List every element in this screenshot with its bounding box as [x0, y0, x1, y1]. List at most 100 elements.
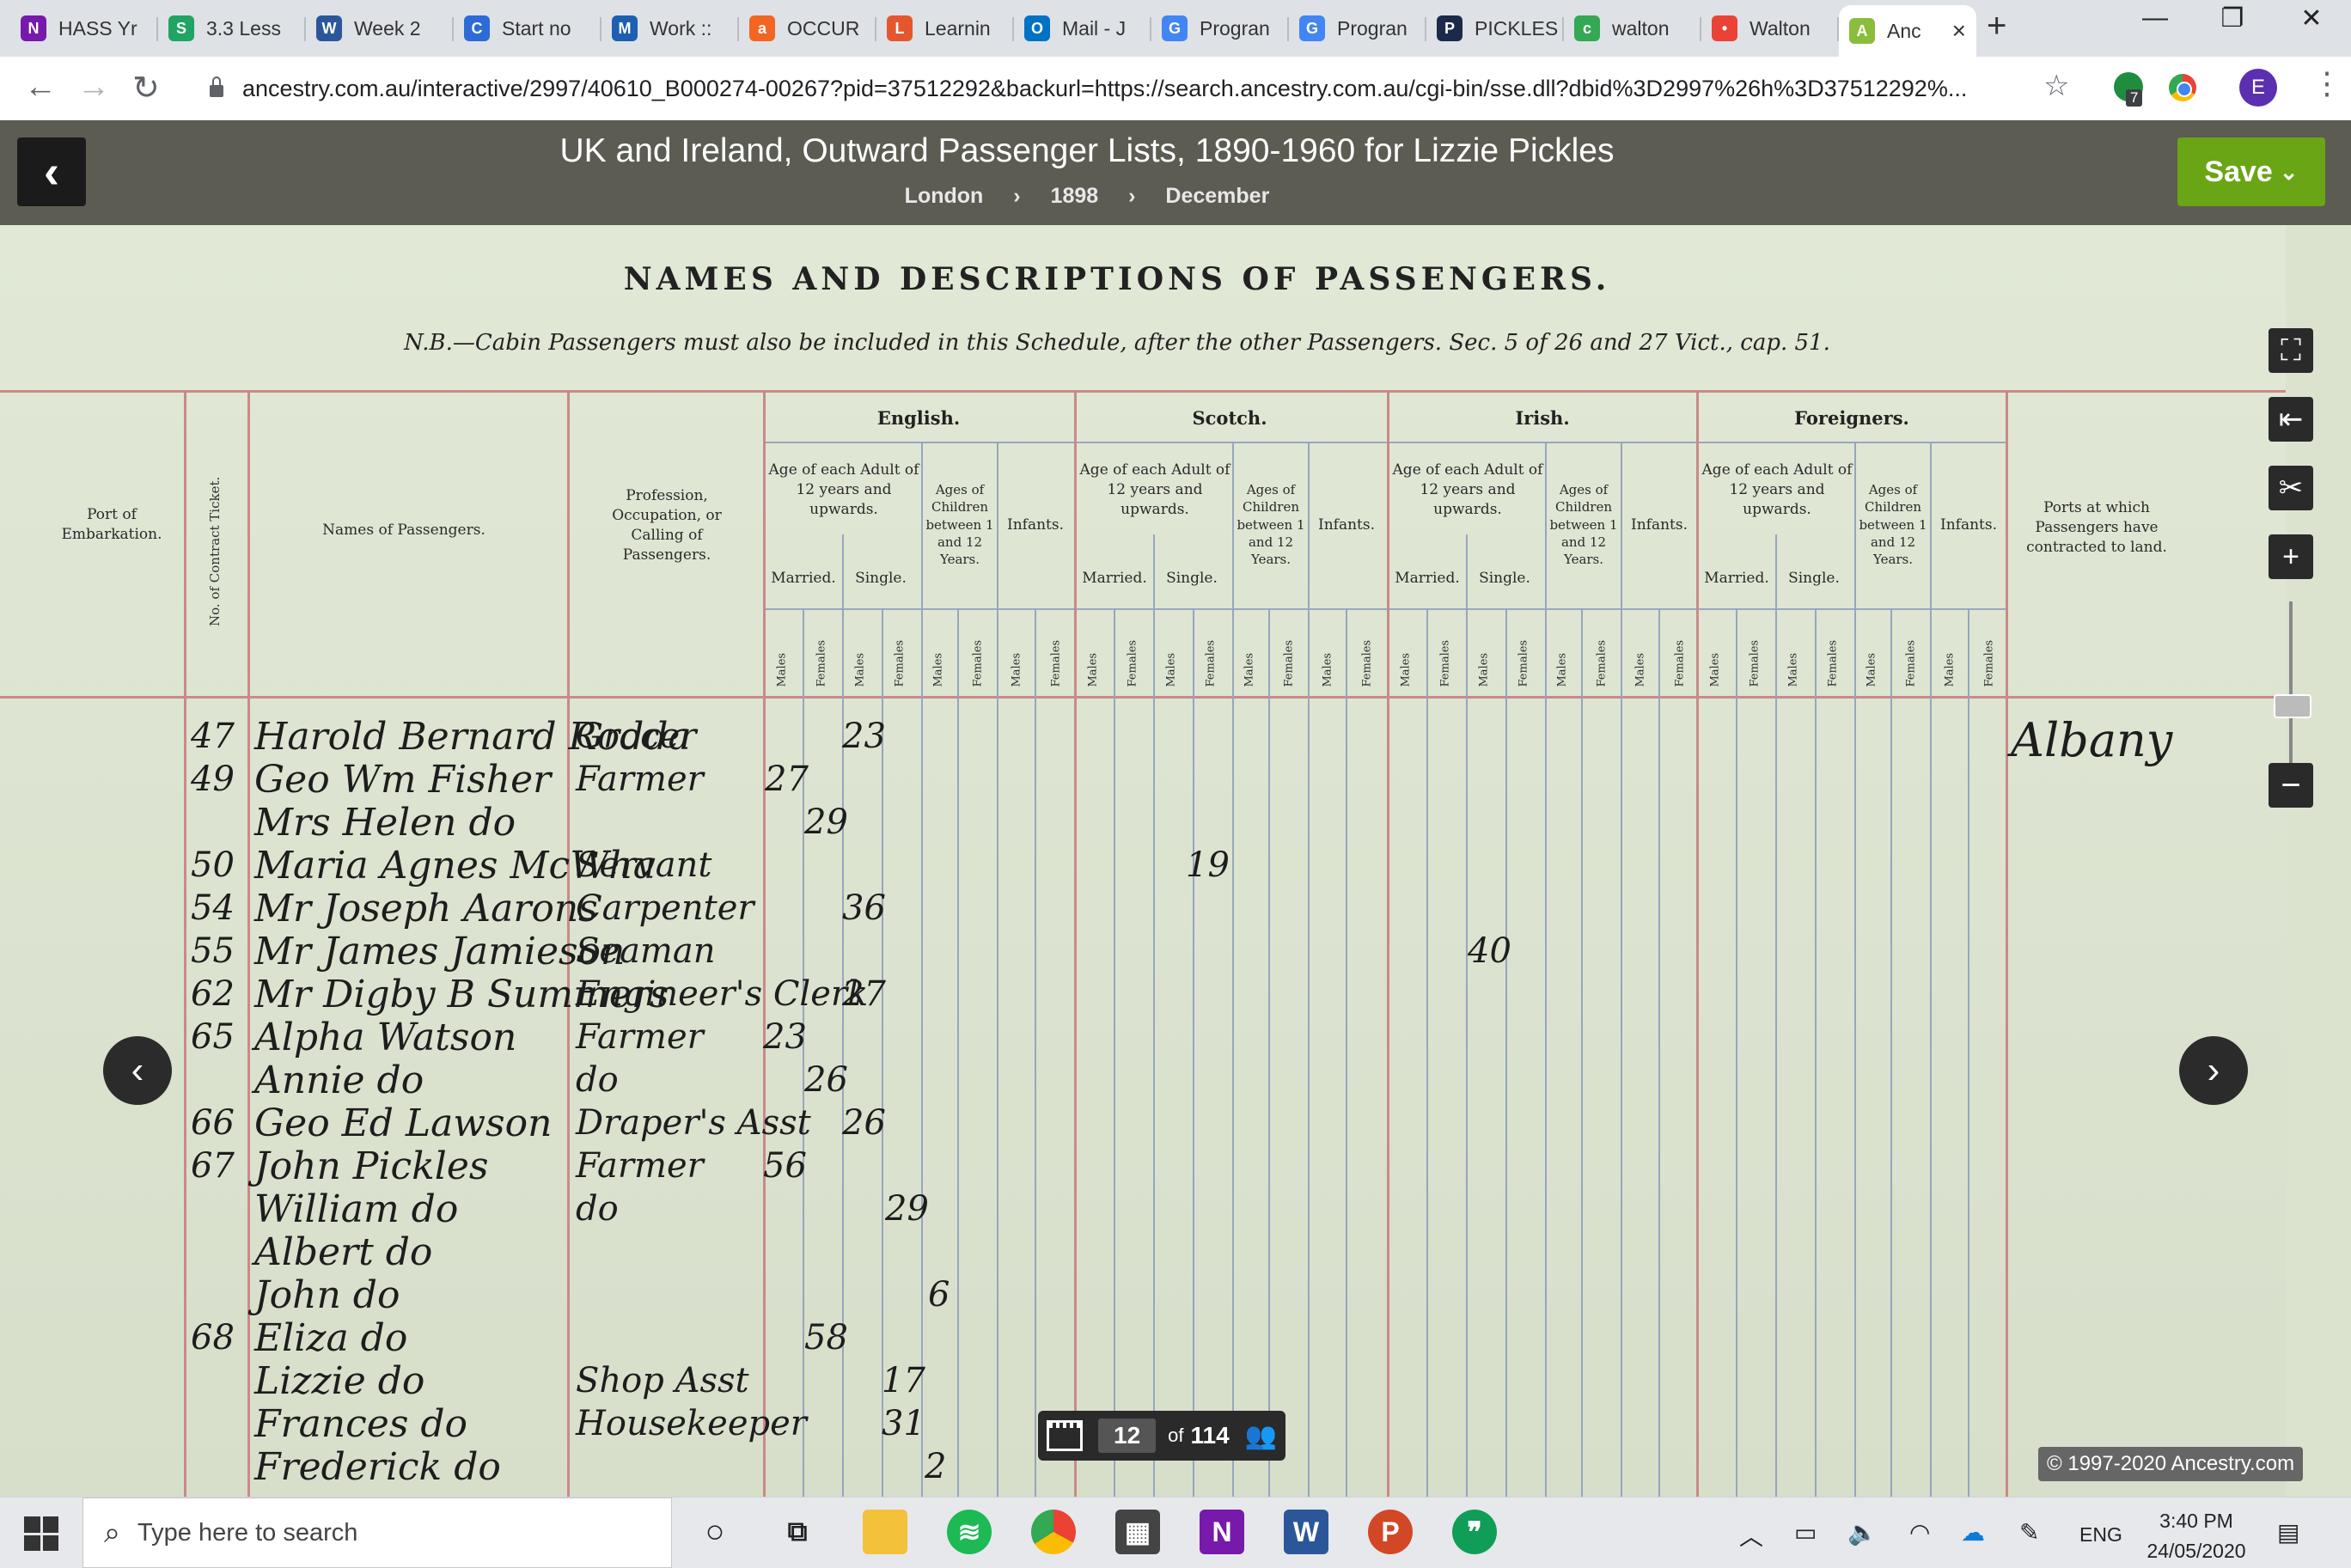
browser-tab[interactable]: a OCCUR [739, 7, 876, 50]
search-icon: ⌕ [104, 1516, 121, 1549]
file-explorer-icon[interactable] [863, 1510, 907, 1554]
row-passenger-name: Geo Wm Fisher [254, 758, 552, 802]
forward-arrow-icon[interactable]: → [77, 69, 110, 106]
page-total: 114 [1190, 1422, 1230, 1449]
onedrive-icon[interactable]: ☁ [1961, 1518, 1985, 1547]
females-header: Females [971, 639, 984, 687]
breadcrumb-item[interactable]: London [905, 184, 984, 208]
fullscreen-icon[interactable]: ⛶ [2269, 328, 2313, 373]
browser-tab[interactable]: A Anc × [1839, 5, 1976, 57]
save-button[interactable]: Save ⌄ [2177, 137, 2325, 206]
children-age-header: Ages of Children between 1 and 12 Years. [1549, 482, 1618, 567]
extension-chrome-icon[interactable] [2169, 74, 2196, 101]
extension-shield-icon[interactable]: 7 [2114, 72, 2143, 107]
adult-age-header: Age of each Adult of 12 years and upward… [768, 461, 919, 518]
sub-column-rule [1815, 608, 1817, 1497]
browser-tab[interactable]: • Walton [1701, 7, 1839, 50]
row-occupation: do [576, 1189, 619, 1229]
males-header: Males [1321, 652, 1334, 687]
males-header: Males [1399, 652, 1413, 687]
browser-tab[interactable]: W Week 2 [306, 7, 454, 50]
browser-tab[interactable]: M Work :: [601, 7, 739, 50]
volume-icon[interactable]: 🔈 [1847, 1518, 1878, 1547]
browser-tab[interactable]: C Start no [454, 7, 601, 50]
browser-tab[interactable]: G Progran [1289, 7, 1426, 50]
sub-column-rule [997, 608, 998, 1497]
reload-icon[interactable]: ↻ [132, 69, 160, 107]
browser-tab[interactable]: N HASS Yr [10, 7, 158, 50]
browser-tab[interactable]: P PICKLES [1426, 7, 1564, 50]
zoom-out-icon[interactable]: − [2269, 763, 2313, 808]
next-image-button[interactable]: › [2179, 1036, 2248, 1105]
row-passenger-name: William do [254, 1187, 459, 1231]
browser-menu-icon[interactable]: ⋮ [2311, 65, 2342, 101]
calculator-icon[interactable]: ▦ [1115, 1510, 1160, 1554]
browser-tab[interactable]: S 3.3 Less [158, 7, 306, 50]
close-tab-icon[interactable]: × [1952, 17, 1966, 45]
back-arrow-icon[interactable]: ← [24, 69, 57, 106]
row-ticket-number: 49 [191, 760, 235, 799]
task-view-icon[interactable]: ⧉ [775, 1510, 820, 1554]
panel-toggle-icon[interactable]: ⇤ [2269, 397, 2313, 442]
zoom-slider-track[interactable] [2289, 601, 2293, 773]
windows-start-icon[interactable] [24, 1516, 58, 1551]
onenote-taskbar-icon[interactable]: N [1200, 1510, 1244, 1554]
sub-column-rule [1035, 608, 1036, 1497]
infants-header: Infants. [1631, 516, 1688, 534]
row-passenger-name: Frances do [254, 1402, 468, 1446]
url-field[interactable]: ancestry.com.au/interactive/2997/40610_B… [201, 65, 2040, 112]
notifications-icon[interactable]: ▤ [2277, 1518, 2299, 1547]
zoom-in-icon[interactable]: + [2269, 534, 2313, 579]
extension-badge: 7 [2126, 89, 2143, 107]
breadcrumb-item[interactable]: December [1165, 184, 1269, 208]
females-header: Females [1982, 639, 1995, 687]
pen-icon[interactable]: ✎ [2019, 1518, 2039, 1547]
row-occupation: Seaman [576, 931, 716, 971]
profile-avatar[interactable]: E [2239, 69, 2277, 107]
taskbar-search-box[interactable]: ⌕ Type here to search [82, 1498, 672, 1568]
browser-tab-label: Progran [1200, 16, 1270, 40]
cortana-icon[interactable]: ○ [693, 1510, 737, 1554]
language-indicator[interactable]: ENG [2079, 1523, 2122, 1547]
row-occupation: Grocer [576, 717, 697, 756]
pickles-icon: P [1437, 15, 1463, 41]
restore-window-icon[interactable]: ❐ [2189, 3, 2275, 34]
females-header: Females [1595, 639, 1608, 687]
hangouts-icon[interactable]: ❞ [1452, 1510, 1497, 1554]
close-window-icon[interactable]: ✕ [2269, 3, 2351, 34]
zoom-slider-thumb[interactable] [2274, 694, 2311, 718]
row-age: 23 [842, 717, 886, 756]
column-rule [247, 390, 250, 1497]
filmstrip-icon[interactable] [1047, 1420, 1083, 1451]
row-passenger-name: Geo Ed Lawson [254, 1101, 553, 1145]
browser-tab[interactable]: O Mail - J [1014, 7, 1151, 50]
page-number-input[interactable]: 12 [1098, 1419, 1157, 1453]
spotify-icon[interactable]: ≋ [947, 1510, 992, 1554]
index-people-icon[interactable]: 👥 [1245, 1421, 1277, 1451]
browser-tab[interactable]: c walton [1564, 7, 1701, 50]
document-viewer[interactable]: NAMES AND DESCRIPTIONS OF PASSENGERS. N.… [0, 225, 2351, 1497]
word-taskbar-icon[interactable]: W [1284, 1510, 1328, 1554]
new-tab-button[interactable]: + [1987, 7, 2006, 46]
powerpoint-taskbar-icon[interactable]: P [1368, 1510, 1413, 1554]
browser-tab[interactable]: L Learnin [876, 7, 1014, 50]
browser-tab-label: Work :: [650, 16, 712, 40]
tray-overflow-icon[interactable]: ︿ [1739, 1518, 1763, 1553]
browser-tab-label: Walton [1750, 16, 1811, 40]
url-text: ancestry.com.au/interactive/2997/40610_B… [242, 75, 1968, 101]
browser-tab[interactable]: G Progran [1151, 7, 1289, 50]
females-header: Females [1282, 639, 1295, 687]
bookmark-star-icon[interactable]: ☆ [2043, 69, 2069, 103]
battery-icon[interactable]: ▭ [1794, 1518, 1817, 1547]
minimize-icon[interactable]: — [2112, 3, 2198, 33]
taskbar-clock[interactable]: 3:40 PM 24/05/2020 [2136, 1506, 2256, 1565]
previous-image-button[interactable]: ‹ [103, 1036, 172, 1105]
tools-icon[interactable]: ✂ [2269, 466, 2313, 510]
males-header: Males [775, 652, 789, 687]
page-of-label: of [1168, 1425, 1184, 1446]
row-occupation: Shop Asst [576, 1361, 749, 1400]
breadcrumb-item[interactable]: 1898 [1051, 184, 1099, 208]
chrome-taskbar-icon[interactable] [1031, 1510, 1076, 1554]
wifi-icon[interactable]: ◠ [1909, 1518, 1930, 1547]
single-header: Single. [1788, 570, 1840, 587]
